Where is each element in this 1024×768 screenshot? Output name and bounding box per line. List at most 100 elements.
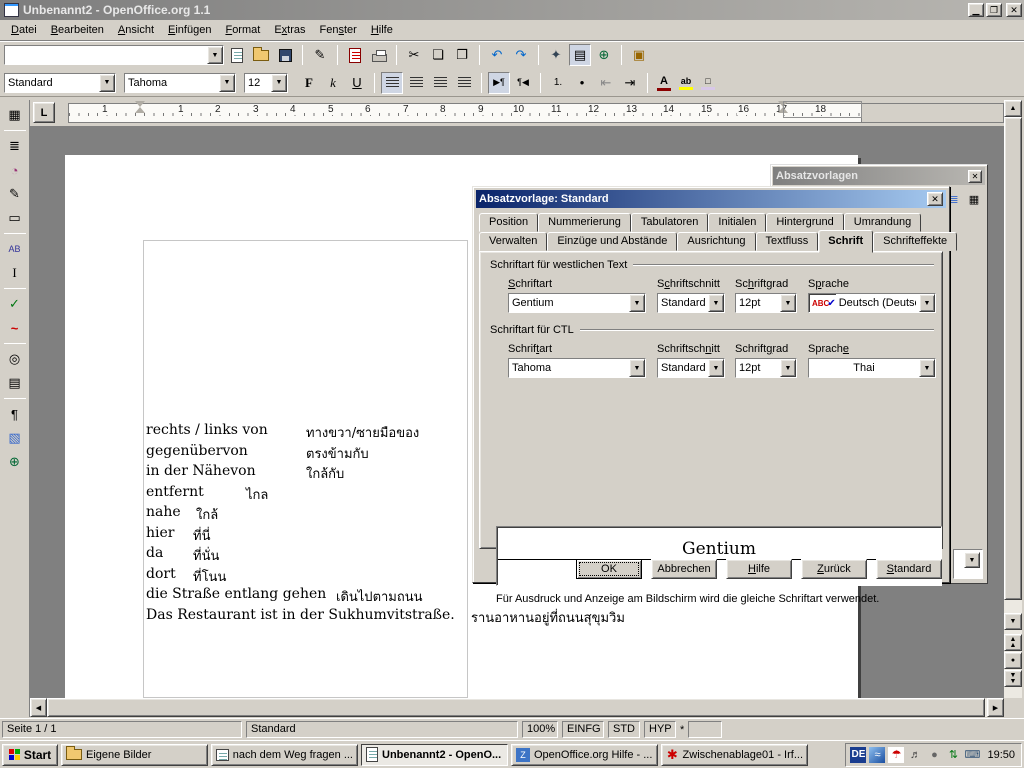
ctl-language-dropdown-icon[interactable]: ▼ bbox=[919, 359, 935, 377]
tab-einzuege[interactable]: Einzüge und Abstände bbox=[547, 232, 677, 251]
task-openoffice-hilfe[interactable]: Z OpenOffice.org Hilfe - ... bbox=[511, 744, 658, 766]
western-language-input[interactable] bbox=[836, 294, 919, 312]
print-button[interactable] bbox=[368, 44, 390, 66]
insert-object-button[interactable]: ◔ bbox=[3, 158, 27, 182]
paragraph-style-dialog[interactable]: Absatzvorlage: Standard ✕ Position Numme… bbox=[472, 186, 950, 583]
ok-button[interactable]: OK bbox=[576, 559, 642, 579]
font-size-combobox[interactable]: ▼ bbox=[244, 73, 288, 93]
western-font-dropdown-icon[interactable]: ▼ bbox=[629, 294, 645, 312]
thai-phrase[interactable]: ทางขวา/ซายมือของ bbox=[306, 422, 419, 443]
font-size-input[interactable] bbox=[245, 74, 271, 92]
menu-item-ansicht[interactable]: Ansicht bbox=[111, 22, 161, 38]
menu-item-datei[interactable]: Datei bbox=[4, 22, 44, 38]
hyperlink-button[interactable]: ⊕ bbox=[593, 44, 615, 66]
url-dropdown-icon[interactable]: ▼ bbox=[207, 46, 223, 64]
german-phrase[interactable]: rechts / links von bbox=[146, 422, 268, 438]
menu-item-format[interactable]: Format bbox=[218, 22, 267, 38]
german-phrase[interactable]: nahe bbox=[146, 504, 181, 520]
font-dropdown-icon[interactable]: ▼ bbox=[219, 74, 235, 92]
paragraph-style-input[interactable] bbox=[5, 74, 99, 92]
insert-button[interactable]: ≣ bbox=[3, 134, 27, 158]
task-eigene-bilder[interactable]: Eigene Bilder bbox=[61, 744, 208, 766]
spellcheck-button[interactable]: ✓ bbox=[3, 292, 27, 316]
western-size-dropdown-icon[interactable]: ▼ bbox=[780, 294, 796, 312]
thai-phrase[interactable]: ไกล bbox=[246, 484, 268, 505]
thai-phrase[interactable]: ตรงข้ามกับ bbox=[306, 443, 369, 464]
vertical-scrollbar[interactable]: ▲ ▼ ▲ ▲ ● ▼ ▼ bbox=[1004, 100, 1022, 698]
tab-type-button[interactable]: L bbox=[33, 102, 55, 123]
status-hyperlink-mode[interactable]: HYP bbox=[644, 721, 676, 738]
graphics-on-off-button[interactable]: ▧ bbox=[3, 426, 27, 450]
horizontal-scrollbar[interactable]: ◀ ▶ bbox=[30, 698, 1004, 717]
size-dropdown-icon[interactable]: ▼ bbox=[271, 74, 287, 92]
tab-verwalten[interactable]: Verwalten bbox=[479, 232, 547, 251]
menu-item-hilfe[interactable]: Hilfe bbox=[364, 22, 400, 38]
clock[interactable]: 19:50 bbox=[987, 749, 1015, 761]
ctl-font-input[interactable] bbox=[509, 359, 629, 377]
document-line[interactable]: Das Restaurant ist in der Sukhumvitstraß… bbox=[146, 607, 706, 628]
align-left-button[interactable] bbox=[381, 72, 403, 94]
menu-item-extras[interactable]: Extras bbox=[267, 22, 312, 38]
new-document-button[interactable] bbox=[226, 44, 248, 66]
font-name-combobox[interactable]: ▼ bbox=[124, 73, 236, 93]
form-functions-button[interactable]: ▭ bbox=[3, 206, 27, 230]
vertical-scrollbar-thumb[interactable] bbox=[1004, 117, 1022, 600]
german-phrase[interactable]: entfernt bbox=[146, 484, 204, 500]
western-language-combobox[interactable]: ABC✔ ▼ bbox=[808, 293, 936, 313]
edit-file-button[interactable]: ✎ bbox=[309, 44, 331, 66]
ltr-button[interactable]: ▶¶ bbox=[488, 72, 510, 94]
german-phrase[interactable]: dort bbox=[146, 566, 176, 582]
horizontal-scrollbar-thumb[interactable] bbox=[47, 698, 985, 717]
minimize-button[interactable]: ▁ bbox=[968, 3, 984, 17]
previous-page-icon[interactable]: ▲ ▲ bbox=[1004, 634, 1022, 651]
stylist-titlebar[interactable]: Absatzvorlagen ✕ bbox=[773, 167, 985, 185]
find-replace-button[interactable]: ◎ bbox=[3, 347, 27, 371]
tab-nummerierung[interactable]: Nummerierung bbox=[538, 213, 631, 232]
copy-button[interactable]: ❏ bbox=[427, 44, 449, 66]
menu-item-bearbeiten[interactable]: Bearbeiten bbox=[44, 22, 111, 38]
standard-button[interactable]: Standard bbox=[876, 559, 942, 579]
keyboard-language-indicator[interactable]: DE bbox=[850, 747, 866, 763]
tab-position[interactable]: Position bbox=[479, 213, 538, 232]
status-selection-mode[interactable]: STD bbox=[608, 721, 640, 738]
ctl-style-input[interactable] bbox=[658, 359, 708, 377]
menu-item-fenster[interactable]: Fenster bbox=[313, 22, 364, 38]
paragraph-style-combobox[interactable]: ▼ bbox=[4, 73, 116, 93]
start-button[interactable]: Start bbox=[2, 744, 58, 766]
page-styles-icon[interactable]: ▦ bbox=[965, 190, 983, 208]
nonprinting-characters-button[interactable]: ¶ bbox=[3, 402, 27, 426]
stylist-close-button[interactable]: ✕ bbox=[968, 170, 982, 183]
ctl-style-dropdown-icon[interactable]: ▼ bbox=[708, 359, 724, 377]
italic-button[interactable]: k bbox=[322, 72, 344, 94]
underline-button[interactable]: U bbox=[346, 72, 368, 94]
tab-initialen[interactable]: Initialen bbox=[708, 213, 766, 232]
data-sources-button[interactable]: ▤ bbox=[3, 371, 27, 395]
ctl-language-combobox[interactable]: ▼ bbox=[808, 358, 936, 378]
western-style-input[interactable] bbox=[658, 294, 708, 312]
german-phrase[interactable]: hier bbox=[146, 525, 174, 541]
url-combobox[interactable]: ▼ bbox=[4, 45, 224, 65]
window-titlebar[interactable]: Unbenannt2 - OpenOffice.org 1.1 ▁ ❐ ✕ bbox=[0, 0, 1024, 20]
ctl-style-combobox[interactable]: ▼ bbox=[657, 358, 725, 378]
tab-ausrichtung[interactable]: Ausrichtung bbox=[677, 232, 755, 251]
online-layout-button[interactable]: ⊕ bbox=[3, 450, 27, 474]
western-size-combobox[interactable]: ▼ bbox=[735, 293, 797, 313]
scroll-left-icon[interactable]: ◀ bbox=[30, 698, 47, 717]
bold-button[interactable]: F bbox=[298, 72, 320, 94]
ctl-font-dropdown-icon[interactable]: ▼ bbox=[629, 359, 645, 377]
thai-phrase[interactable]: ที่นี่ bbox=[193, 525, 210, 546]
background-color-button[interactable]: □ bbox=[698, 73, 718, 93]
western-font-combobox[interactable]: ▼ bbox=[508, 293, 646, 313]
western-style-dropdown-icon[interactable]: ▼ bbox=[708, 294, 724, 312]
stylist-filter-dropdown[interactable]: ▼ bbox=[953, 549, 983, 579]
western-style-combobox[interactable]: ▼ bbox=[657, 293, 725, 313]
status-zoom[interactable]: 100% bbox=[522, 721, 558, 738]
ctl-language-input[interactable] bbox=[809, 359, 919, 377]
ctl-size-input[interactable] bbox=[736, 359, 780, 377]
western-size-input[interactable] bbox=[736, 294, 780, 312]
url-input[interactable] bbox=[5, 46, 207, 64]
paste-button[interactable]: ❐ bbox=[451, 44, 473, 66]
german-phrase[interactable]: in der Nähevon bbox=[146, 463, 256, 479]
thai-phrase[interactable]: เดินไปตามถนน bbox=[336, 586, 423, 607]
antivirus-icon[interactable]: ☂ bbox=[888, 747, 904, 763]
